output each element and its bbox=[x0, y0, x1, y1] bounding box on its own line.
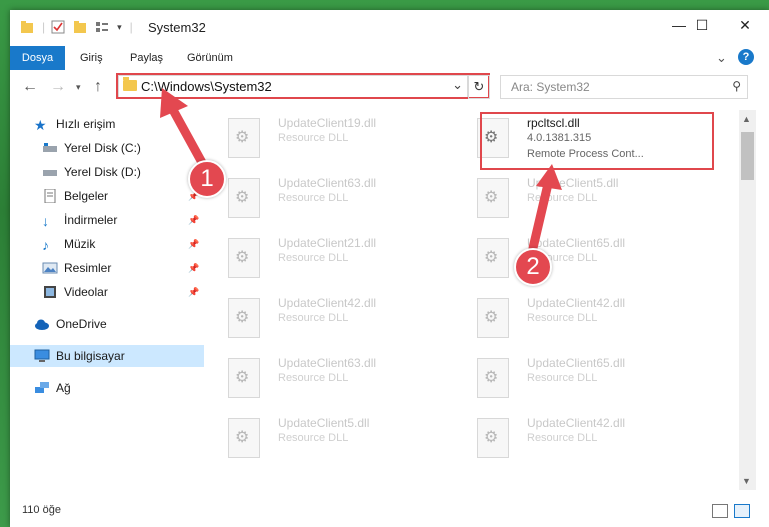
annotation-arrows bbox=[160, 88, 562, 253]
step-2-badge: 2 bbox=[514, 248, 552, 286]
step-1-badge: 1 bbox=[188, 160, 226, 198]
